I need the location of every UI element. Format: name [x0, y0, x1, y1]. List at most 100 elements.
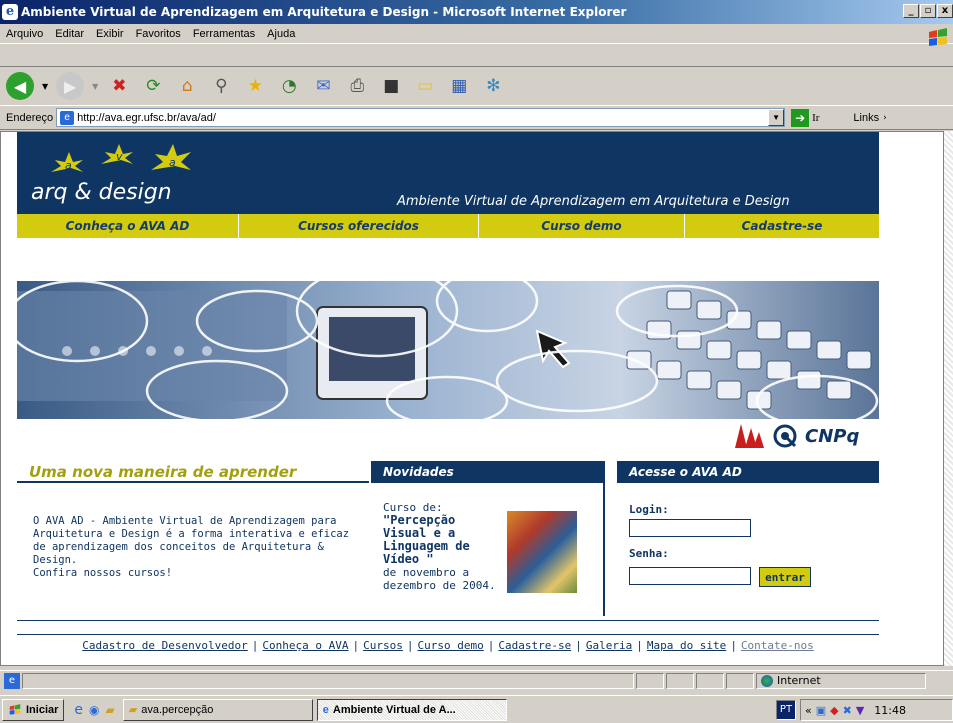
- forward-dropdown-icon[interactable]: ▼: [92, 82, 98, 91]
- intro-heading: Uma nova maneira de aprender: [17, 461, 369, 483]
- nav-cursos-oferecidos[interactable]: Cursos oferecidos: [239, 214, 479, 238]
- address-dropdown-icon[interactable]: ▼: [768, 109, 785, 126]
- nav-curso-demo[interactable]: Curso demo: [479, 214, 685, 238]
- logo-letter-a2: a: [169, 156, 176, 169]
- standard-toolbar: ◀ ▼ ▶ ▼ ✖ ⟳ ⌂ ⚲ ★ ◔ ✉ ⎙ ■ ▭ ▦ ✻: [0, 66, 953, 106]
- quicklaunch-folder-icon[interactable]: ▰: [106, 703, 115, 717]
- logo-letter-a1: a: [65, 159, 72, 172]
- links-chevron-icon[interactable]: ›: [883, 113, 887, 123]
- vertical-scrollbar[interactable]: [944, 131, 953, 666]
- internet-globe-icon: [761, 674, 773, 687]
- status-cell-1: [636, 672, 664, 689]
- menu-ajuda[interactable]: Ajuda: [261, 28, 301, 40]
- password-label: Senha:: [629, 547, 669, 560]
- menu-bar: Arquivo Editar Exibir Favoritos Ferramen…: [0, 24, 953, 44]
- footer-link-galeria[interactable]: Galeria: [586, 639, 632, 652]
- task-ie-window[interactable]: e Ambiente Virtual de A...: [316, 698, 507, 721]
- home-icon[interactable]: ⌂: [174, 73, 200, 99]
- address-label: Endereço: [6, 111, 54, 124]
- windows-logo-icon: [926, 26, 950, 50]
- window-title-bar[interactable]: e Ambiente Virtual de Aprendizagem em Ar…: [0, 0, 953, 24]
- language-indicator[interactable]: PT: [776, 700, 796, 720]
- taskbar: Iniciar e ◉ ▰ ▰ ava.percepção e Ambiente…: [0, 695, 953, 723]
- login-input[interactable]: [629, 519, 751, 537]
- tray-network-icon[interactable]: ▣: [816, 704, 826, 717]
- messenger-icon[interactable]: ✻: [480, 73, 506, 99]
- start-button[interactable]: Iniciar: [2, 698, 65, 721]
- footer-link-cadastre-se[interactable]: Cadastre-se: [498, 639, 571, 652]
- login-label: Login:: [629, 503, 669, 516]
- site-title: Ambiente Virtual de Aprendizagem em Arqu…: [397, 194, 790, 209]
- intro-section: Uma nova maneira de aprender O AVA AD - …: [17, 461, 369, 607]
- refresh-icon[interactable]: ⟳: [140, 73, 166, 99]
- cnpq-logo-icon: [773, 424, 797, 448]
- news-section: Novidades Curso de: "Percepção Visual e …: [371, 461, 605, 616]
- edit-icon[interactable]: ■: [378, 73, 404, 99]
- task-ava-percepcao-label: ava.percepção: [141, 703, 214, 716]
- menu-exibir[interactable]: Exibir: [90, 28, 130, 40]
- news-heading: Novidades: [371, 461, 603, 483]
- task-ava-percepcao[interactable]: ▰ ava.percepção: [122, 698, 313, 721]
- address-input[interactable]: e http://ava.egr.ufsc.br/ava/ad/ ▼: [56, 108, 786, 127]
- footer-link-curso-demo[interactable]: Curso demo: [418, 639, 484, 652]
- menu-favoritos[interactable]: Favoritos: [130, 28, 187, 40]
- footer-link-contate[interactable]: Contate-nos: [741, 639, 814, 652]
- stop-icon[interactable]: ✖: [106, 73, 132, 99]
- nav-conheca[interactable]: Conheça o AVA AD: [17, 214, 239, 238]
- footer-link-conheca[interactable]: Conheça o AVA: [262, 639, 348, 652]
- menu-arquivo[interactable]: Arquivo: [0, 28, 49, 40]
- footer-links: Cadastro de Desenvolvedor | Conheça o AVA |…: [82, 639, 814, 652]
- nav-cadastre-se[interactable]: Cadastre-se: [685, 214, 879, 238]
- print-icon[interactable]: ⎙: [344, 73, 370, 99]
- tray-shield-icon[interactable]: ▼: [856, 704, 864, 717]
- system-tray: « ▣ ◆ ✖ ▼ 11:48: [800, 699, 953, 721]
- course-artwork-image[interactable]: [507, 511, 577, 593]
- ufsc-logo-icon: [735, 424, 764, 448]
- intro-text-block: O AVA AD - Ambiente Virtual de Aprendiza…: [33, 515, 363, 580]
- back-dropdown-icon[interactable]: ▼: [42, 82, 48, 91]
- footer-link-cursos[interactable]: Cursos: [363, 639, 403, 652]
- quicklaunch-ie-icon[interactable]: e: [74, 702, 83, 718]
- quicklaunch-outlook-icon[interactable]: ◉: [89, 703, 99, 717]
- links-button[interactable]: Links: [853, 112, 879, 124]
- menu-editar[interactable]: Editar: [49, 28, 90, 40]
- back-button-icon[interactable]: ◀: [6, 72, 34, 100]
- site-logo-text[interactable]: arq & design: [31, 180, 172, 205]
- go-button[interactable]: Ir: [812, 112, 819, 124]
- status-zone-label: Internet: [777, 674, 821, 687]
- footer-link-cadastro-desenvolvedor[interactable]: Cadastro de Desenvolvedor: [82, 639, 248, 652]
- banner-image: [17, 281, 879, 419]
- login-submit-button[interactable]: entrar: [759, 567, 811, 587]
- intro-text: O AVA AD - Ambiente Virtual de Aprendiza…: [33, 515, 350, 566]
- tray-alert-icon[interactable]: ✖: [843, 704, 852, 717]
- clock: 11:48: [874, 703, 906, 717]
- minimize-button[interactable]: _: [903, 4, 919, 18]
- status-cell-2: [666, 672, 694, 689]
- tray-antivirus-icon[interactable]: ◆: [830, 704, 838, 717]
- intro-cta[interactable]: Confira nossos cursos!: [33, 567, 363, 580]
- go-arrow-icon[interactable]: ➔: [791, 108, 810, 127]
- logo-stars-icon: a v a: [51, 144, 191, 172]
- maximize-button[interactable]: ▫: [920, 4, 936, 18]
- history-icon[interactable]: ◔: [276, 73, 302, 99]
- task-ie-window-label: Ambiente Virtual de A...: [332, 703, 456, 716]
- start-label: Iniciar: [26, 703, 59, 716]
- menu-ferramentas[interactable]: Ferramentas: [187, 28, 261, 40]
- tray-expand-icon[interactable]: «: [805, 704, 812, 717]
- ie-icon: e: [2, 4, 18, 20]
- status-message: [22, 672, 634, 689]
- favorites-icon[interactable]: ★: [242, 73, 268, 99]
- site-nav: Conheça o AVA AD Cursos oferecidos Curso…: [17, 214, 879, 238]
- page-viewport: a v a arq & design Ambiente Virtual de A…: [0, 131, 944, 666]
- news-item[interactable]: Curso de: "Percepção Visual e a Linguage…: [383, 501, 501, 592]
- search-icon[interactable]: ⚲: [208, 73, 234, 99]
- news-course-title[interactable]: "Percepção Visual e a Linguagem de Vídeo…: [383, 513, 470, 566]
- task-ie-icon: e: [322, 703, 329, 716]
- discuss-icon[interactable]: ▭: [412, 73, 438, 99]
- forward-button-icon[interactable]: ▶: [56, 72, 85, 100]
- password-input[interactable]: [629, 567, 751, 585]
- footer-link-mapa[interactable]: Mapa do site: [647, 639, 726, 652]
- mail-icon[interactable]: ✉: [310, 73, 336, 99]
- research-icon[interactable]: ▦: [446, 73, 472, 99]
- close-button[interactable]: x: [937, 4, 953, 18]
